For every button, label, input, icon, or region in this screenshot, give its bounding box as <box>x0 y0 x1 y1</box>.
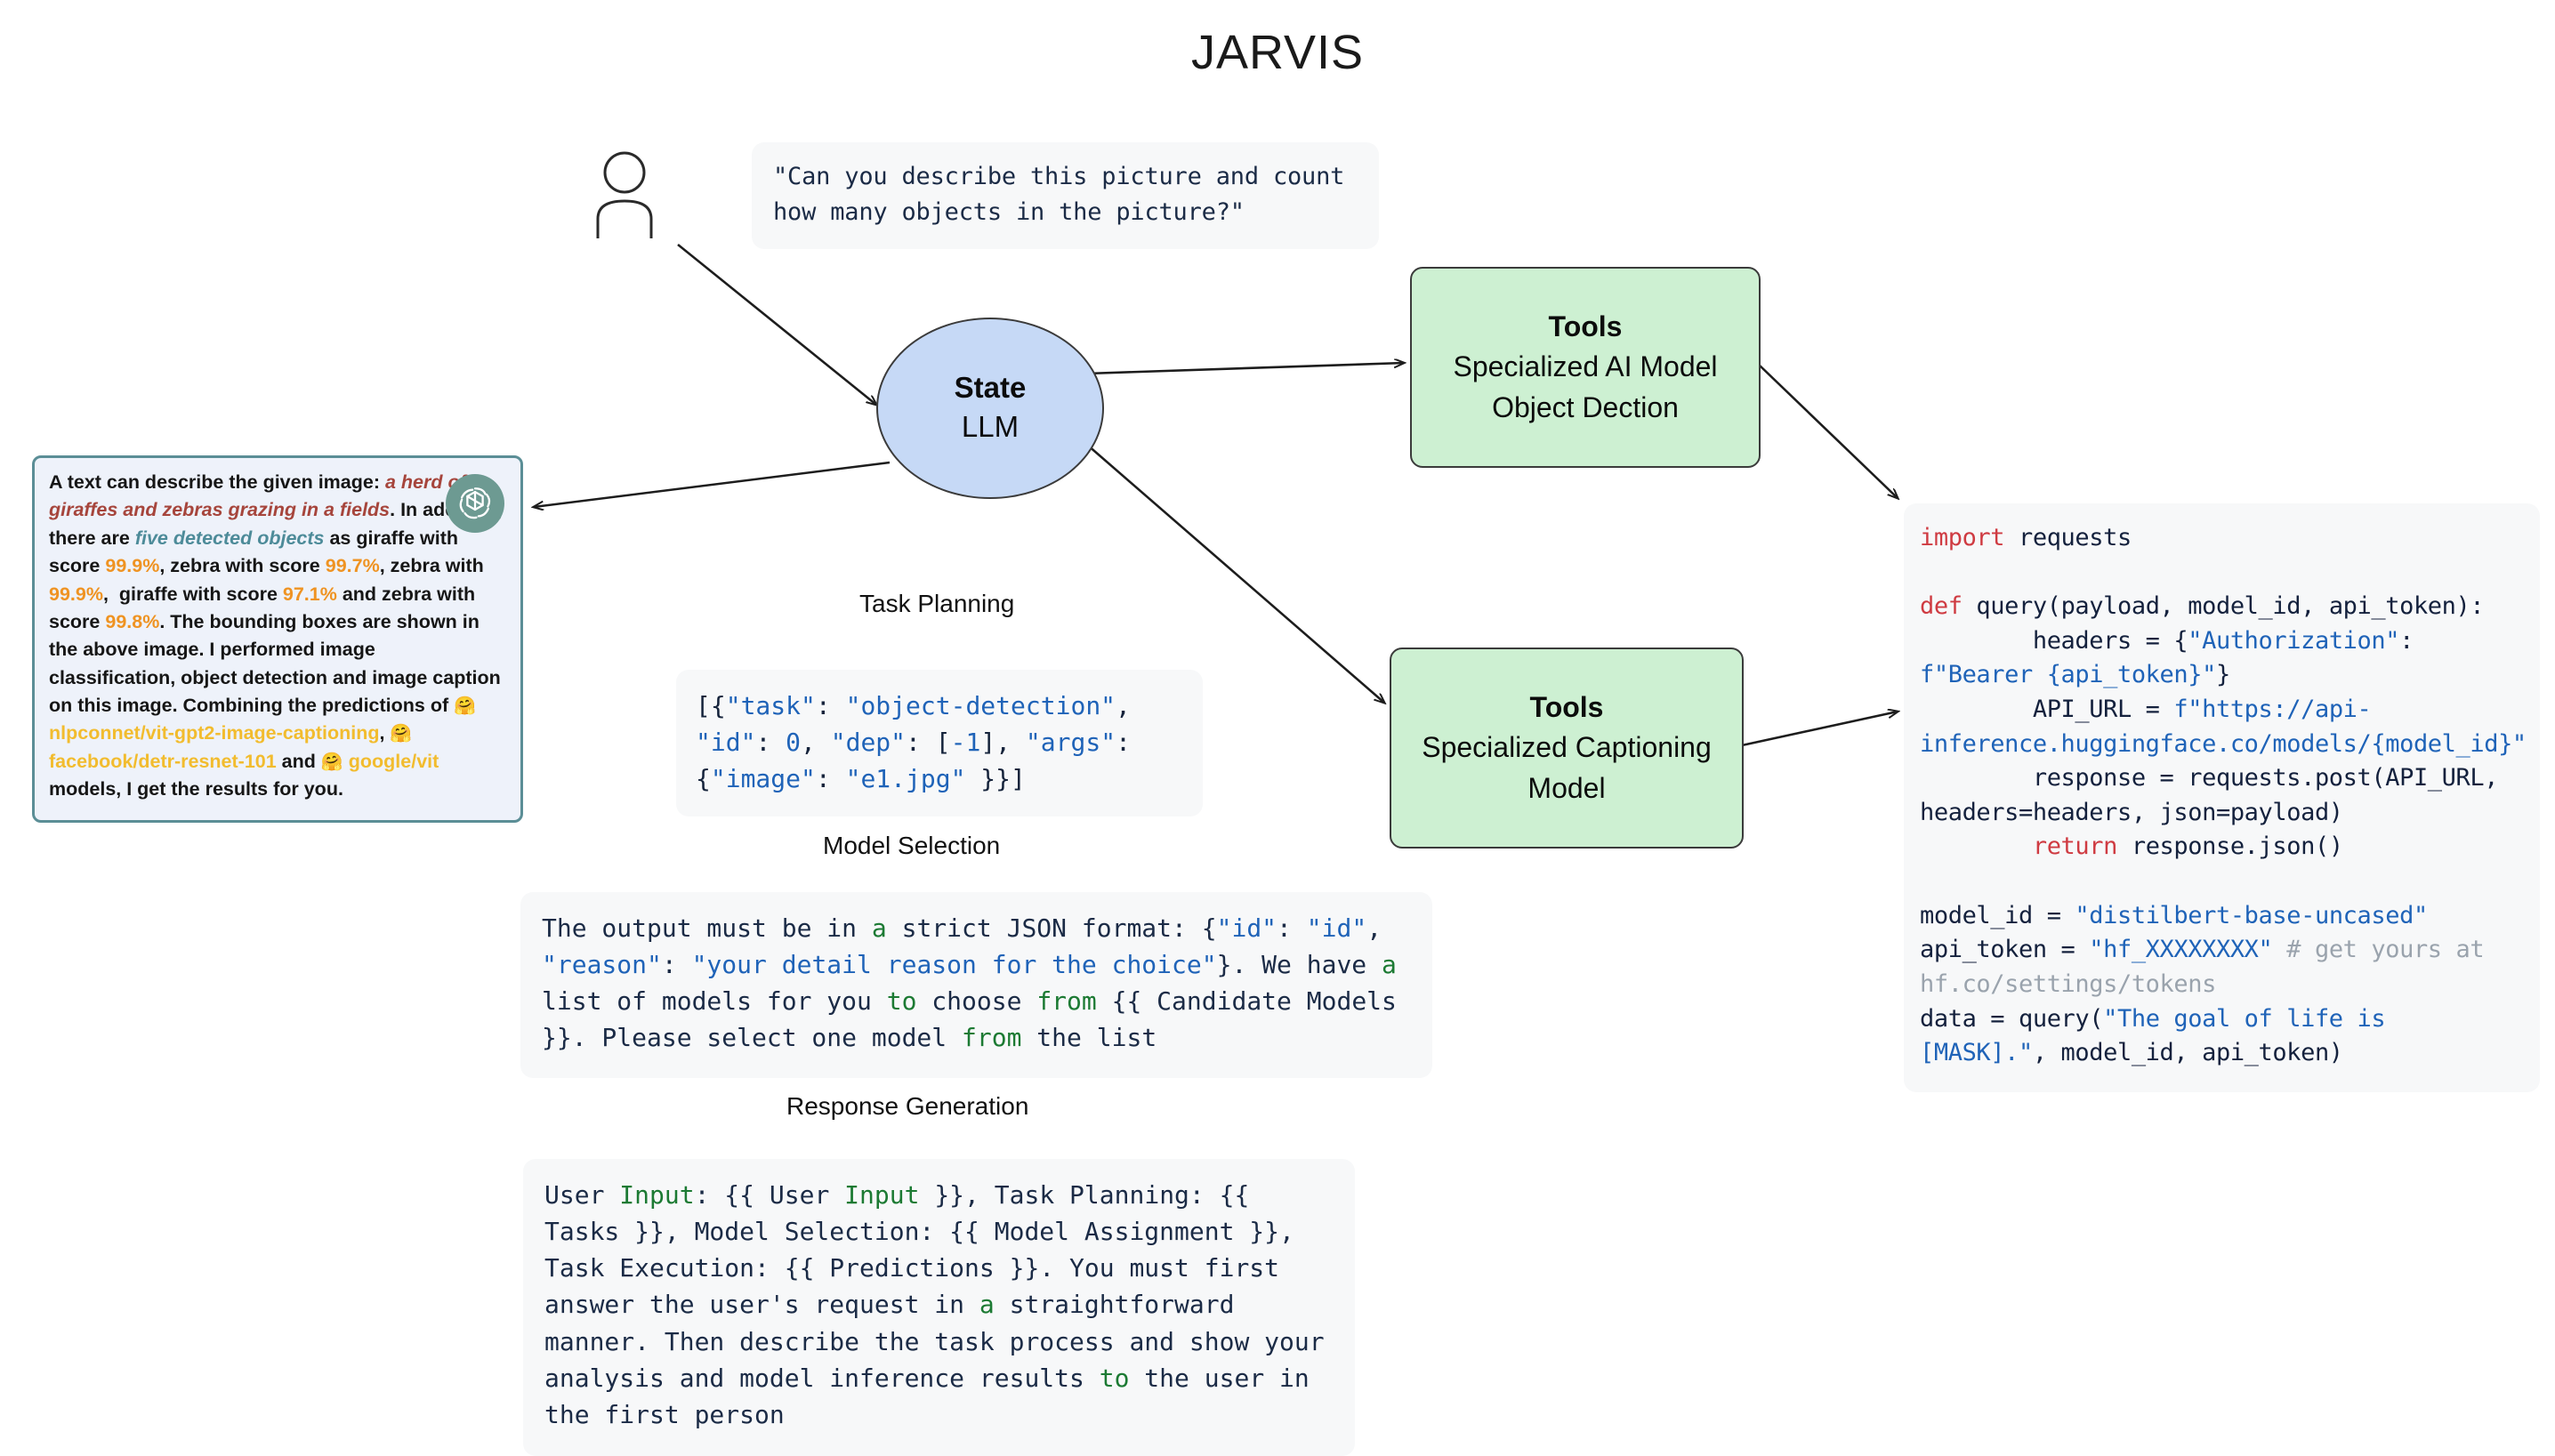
arrow-detection-to-code <box>1758 364 1898 498</box>
page-title: JARVIS <box>1190 26 1365 79</box>
response-generation-prompt: User Input: {{ User Input }}, Task Plann… <box>523 1159 1355 1456</box>
model-selection-prompt: The output must be in a strict JSON form… <box>520 892 1432 1078</box>
arrow-state-to-tools-detection <box>1086 363 1404 375</box>
state-llm-node[interactable]: State LLM <box>876 318 1104 499</box>
section-label-task-planning: Task Planning <box>859 590 1015 617</box>
state-node-subtitle: LLM <box>961 410 1020 444</box>
code-snippet-panel: import requests def query(payload, model… <box>1904 503 2540 1092</box>
tools-box-captioning[interactable]: Tools Specialized Captioning Model <box>1390 648 1744 849</box>
person-icon <box>596 151 653 238</box>
arrow-captioning-to-code <box>1741 712 1898 747</box>
image-thumbnail-strip <box>326 455 523 456</box>
tools-header: Tools <box>1548 310 1623 342</box>
state-node-title: State <box>954 371 1027 405</box>
tools-line-2: Model <box>1527 771 1606 804</box>
user-query-bubble: "Can you describe this picture and count… <box>752 142 1379 250</box>
tools-line-1: Specialized AI Model <box>1453 350 1718 383</box>
arrow-user-to-state <box>677 243 876 405</box>
arrow-state-to-tools-captioning <box>1086 444 1384 703</box>
section-label-model-selection: Model Selection <box>823 832 1001 859</box>
tools-box-object-detection[interactable]: Tools Specialized AI Model Object Dectio… <box>1410 267 1761 468</box>
task-planning-prompt: [{"task": "object-detection", "id": 0, "… <box>676 670 1203 817</box>
section-label-response-generation: Response Generation <box>786 1092 1029 1120</box>
tools-header: Tools <box>1529 690 1604 723</box>
tools-line-1: Specialized Captioning <box>1422 731 1712 764</box>
arrow-state-to-response <box>534 461 891 507</box>
assistant-response-text: A text can describe the given image: a h… <box>35 458 520 820</box>
assistant-response-card: A text can describe the given image: a h… <box>32 455 523 823</box>
tools-line-2: Object Dection <box>1492 390 1679 423</box>
openai-logo-icon <box>446 474 504 533</box>
